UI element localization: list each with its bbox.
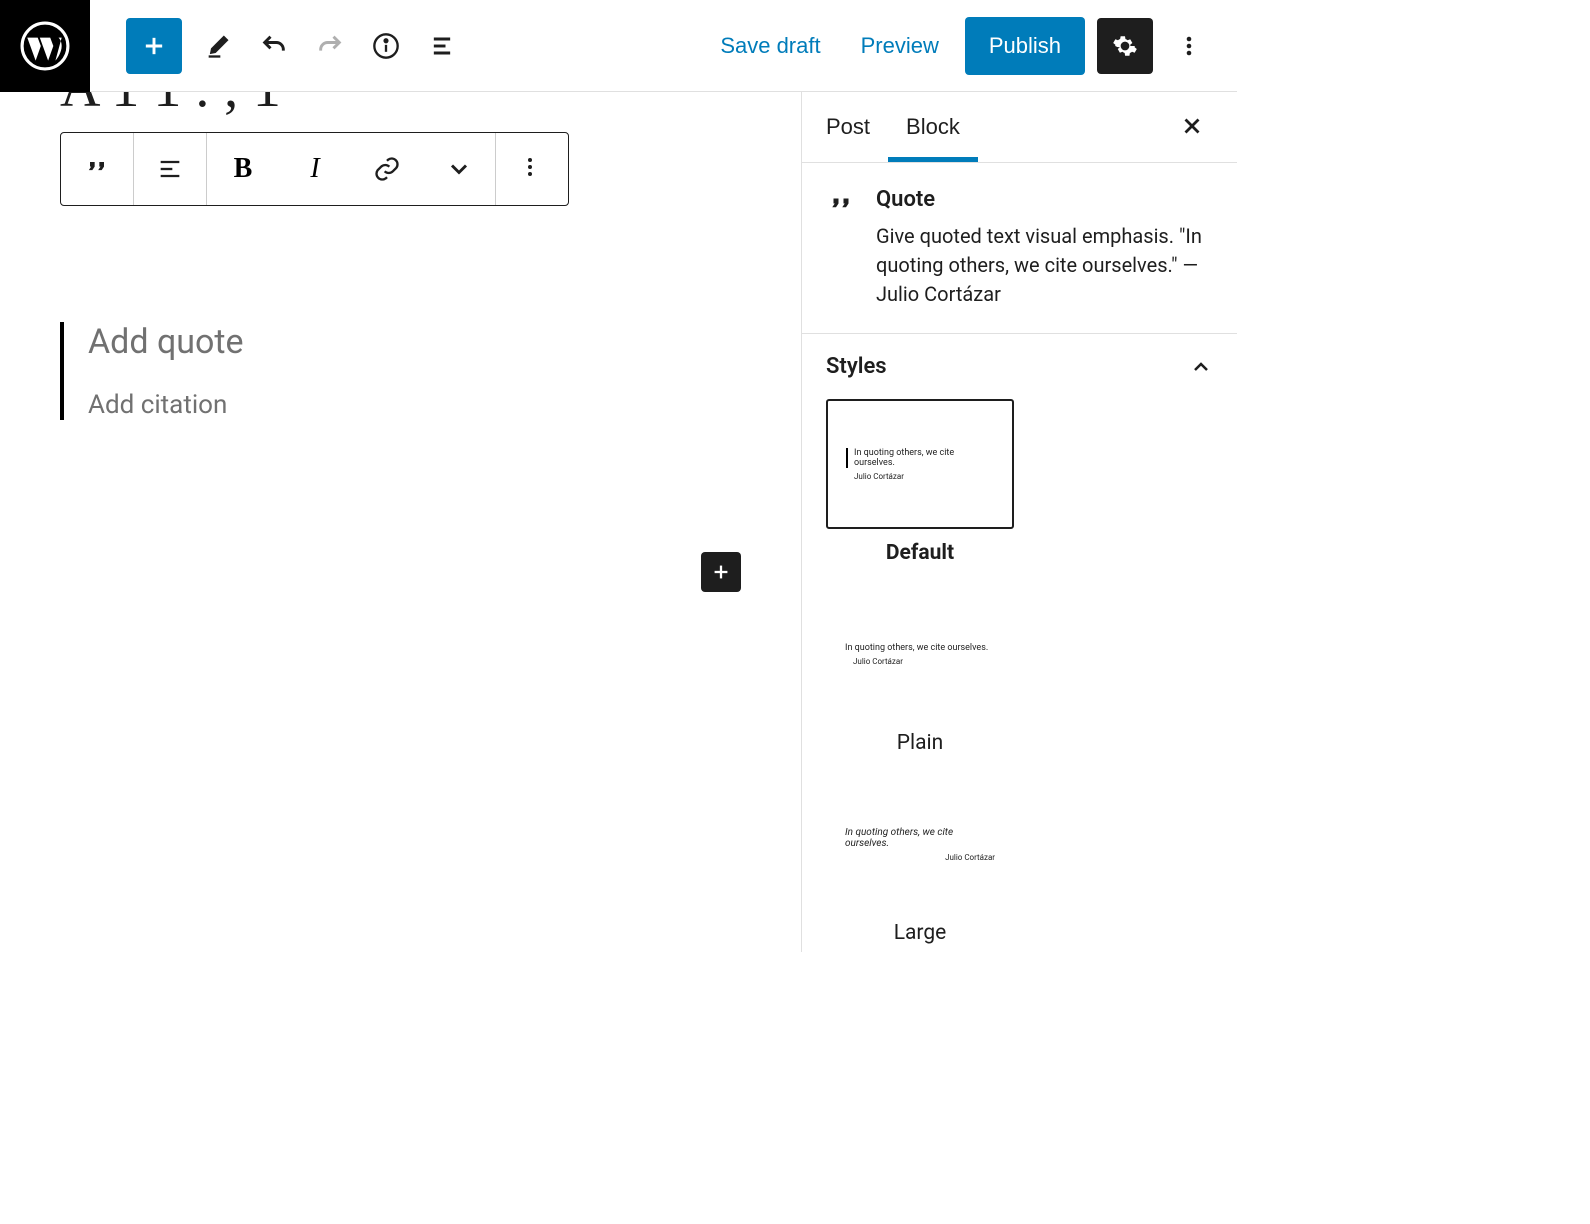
add-block-button[interactable] <box>126 18 182 74</box>
publish-button[interactable]: Publish <box>965 17 1085 75</box>
tab-block[interactable]: Block <box>888 92 978 162</box>
preview-button[interactable]: Preview <box>847 23 953 69</box>
redo-button[interactable] <box>302 18 358 74</box>
style-option-default[interactable]: In quoting others, we cite ourselves. Ju… <box>826 399 1014 565</box>
more-options-button[interactable] <box>1165 18 1213 74</box>
align-button[interactable] <box>134 133 206 205</box>
save-draft-button[interactable]: Save draft <box>706 23 834 69</box>
tab-post[interactable]: Post <box>826 92 888 162</box>
info-button[interactable] <box>358 18 414 74</box>
quote-text-input[interactable]: Add quote <box>88 322 741 362</box>
undo-button[interactable] <box>246 18 302 74</box>
page-title-peek: A 1 1 . ; 1 <box>60 92 741 132</box>
settings-button[interactable] <box>1097 18 1153 74</box>
add-block-inline-button[interactable] <box>701 552 741 592</box>
more-rich-text-button[interactable] <box>423 133 495 205</box>
quote-block[interactable]: Add quote Add citation <box>60 322 741 420</box>
block-options-button[interactable] <box>496 133 568 205</box>
style-option-plain[interactable]: In quoting others, we cite ourselves. Ju… <box>826 589 1014 755</box>
bold-button[interactable]: B <box>207 133 279 205</box>
block-title: Quote <box>876 187 1213 212</box>
quote-icon <box>826 187 856 309</box>
wordpress-logo[interactable] <box>0 0 90 92</box>
edit-tool-button[interactable] <box>190 18 246 74</box>
block-description: Give quoted text visual emphasis. "In qu… <box>876 222 1213 309</box>
block-toolbar: B I <box>60 132 569 206</box>
chevron-up-icon <box>1189 355 1213 379</box>
quote-citation-input[interactable]: Add citation <box>88 390 741 420</box>
link-button[interactable] <box>351 133 423 205</box>
italic-button[interactable]: I <box>279 133 351 205</box>
close-sidebar-button[interactable] <box>1171 105 1213 150</box>
style-option-large[interactable]: In quoting others, we cite ourselves. Ju… <box>826 779 1014 945</box>
block-type-button[interactable] <box>61 133 133 205</box>
list-view-button[interactable] <box>414 18 470 74</box>
styles-panel-toggle[interactable]: Styles <box>802 334 1237 399</box>
